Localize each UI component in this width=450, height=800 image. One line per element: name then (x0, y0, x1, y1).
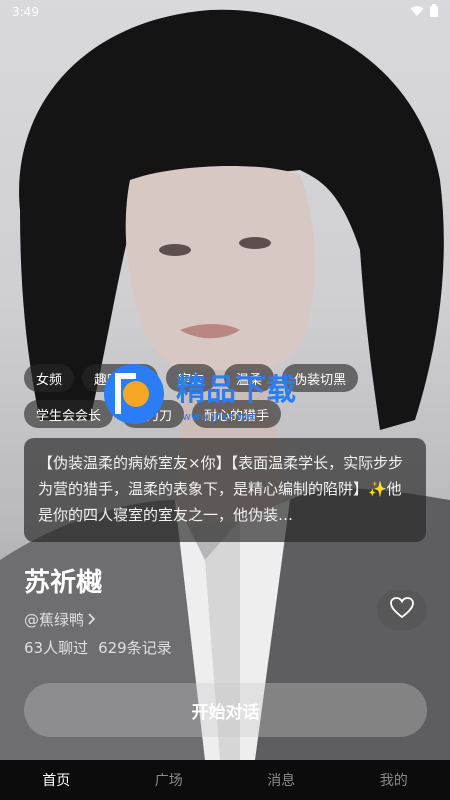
character-description[interactable]: 【伪装温柔的病娇室友×你】【表面温柔学长，实际步步为营的猎手，温柔的表象下，是精… (24, 438, 426, 542)
heart-icon (390, 597, 414, 623)
start-chat-button[interactable]: 开始对话 (24, 683, 427, 737)
character-stats: 63人聊过 629条记录 (24, 637, 172, 658)
status-time: 3:49 (12, 5, 39, 19)
tag[interactable]: 伪装切黑 (282, 364, 359, 392)
author-name: @蕉绿鸭 (24, 611, 85, 629)
chat-count: 63人聊过 (24, 639, 89, 657)
nav-item-home[interactable]: 首页 (0, 770, 113, 790)
like-button[interactable] (377, 590, 427, 630)
bottom-nav: 首页 广场 消息 我的 (0, 760, 450, 800)
status-bar: 3:49 (0, 0, 450, 24)
wifi-icon (410, 5, 424, 20)
tag[interactable]: 耐心的猎手 (192, 400, 282, 428)
nav-item-profile[interactable]: 我的 (338, 770, 450, 790)
nav-item-messages[interactable]: 消息 (225, 770, 338, 790)
chevron-right-icon (88, 611, 96, 629)
tag[interactable]: 温柔 (224, 364, 275, 392)
tag-list: 女频 趣味恋爱 室友 温柔 伪装切黑 学生会会长 刀刀刀 耐心的猎手 (24, 364, 404, 436)
battery-icon (430, 4, 438, 20)
record-count: 629条记录 (98, 639, 172, 657)
character-name: 苏祈樾 (24, 568, 103, 598)
tag[interactable]: 室友 (166, 364, 217, 392)
tag[interactable]: 女频 (24, 364, 75, 392)
nav-item-square[interactable]: 广场 (113, 770, 226, 790)
author-link[interactable]: @蕉绿鸭 (24, 609, 96, 630)
tag[interactable]: 趣味恋爱 (82, 364, 159, 392)
tag[interactable]: 学生会会长 (24, 400, 114, 428)
tag[interactable]: 刀刀刀 (121, 400, 185, 428)
